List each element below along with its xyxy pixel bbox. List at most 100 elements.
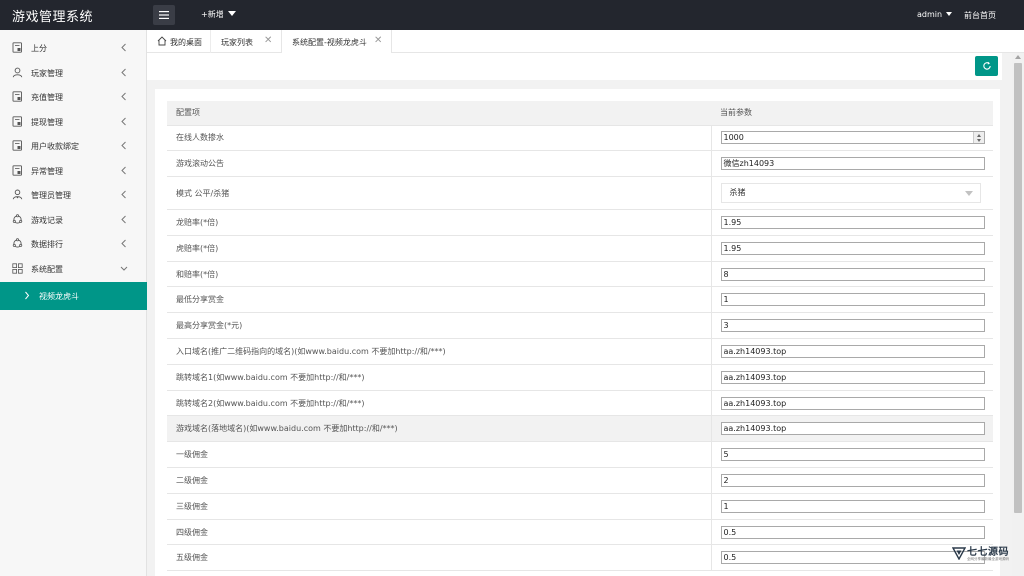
config-label: 四级佣金	[167, 519, 712, 546]
top-bar: 游戏管理系统 +新增 admin 前台首页	[0, 0, 1024, 30]
table-row: 和赔率(*倍) 8	[167, 261, 993, 288]
text-input[interactable]: 微信zh14093	[720, 157, 985, 171]
text-input[interactable]: 2	[720, 473, 985, 487]
grid-icon	[12, 263, 23, 274]
table-row: 模式 公平/杀猪 杀猪	[167, 176, 993, 211]
text-input[interactable]: aa.zh14093.top	[720, 422, 985, 436]
sidebar-item-label: 玩家管理	[31, 69, 63, 78]
sidebar-item[interactable]: 管理员管理	[0, 183, 147, 207]
watermark: 七七源码 全网分享最新最全游戏源码	[952, 543, 1016, 569]
sidebar-item[interactable]: 游戏记录	[0, 208, 147, 232]
config-label: 游戏滚动公告	[167, 150, 712, 178]
tab-my-desktop[interactable]: 我的桌面	[147, 30, 210, 53]
config-panel: 配置项 当前参数 在线人数掺水 1000 游戏滚动公告 微信zh14093 模式 公平/…	[155, 89, 1000, 576]
sidebar-item[interactable]: 数据排行	[0, 232, 147, 256]
chevron-right-icon	[24, 291, 30, 300]
scrollbar[interactable]	[1012, 53, 1024, 576]
close-icon[interactable]: ✕	[264, 35, 272, 46]
table-row: 在线人数掺水 1000	[167, 125, 993, 152]
tab-label: 玩家列表	[221, 38, 253, 47]
sidebar-item[interactable]: 异常管理	[0, 159, 147, 183]
document-icon	[12, 42, 23, 53]
close-icon[interactable]: ✕	[374, 35, 382, 46]
home-icon	[157, 36, 167, 46]
refresh-icon	[982, 61, 991, 70]
text-input[interactable]: 3	[720, 319, 985, 333]
sidebar-item-label: 上分	[31, 44, 47, 53]
table-row: 最高分享赏金(*元) 3	[167, 312, 993, 340]
add-new-label: +新增	[201, 10, 224, 19]
mode-select[interactable]: 杀猪	[720, 183, 981, 204]
sidebar-item[interactable]: 用户收款绑定	[0, 134, 147, 158]
sidebar-item[interactable]: 系统配置	[0, 257, 147, 281]
chevron-left-icon	[120, 92, 128, 101]
document-icon	[12, 140, 23, 151]
number-input[interactable]: 1000	[720, 131, 985, 145]
config-value-cell: aa.zh14093.top	[711, 390, 993, 417]
caret-down-icon	[227, 11, 236, 16]
sidebar-item[interactable]: 提现管理	[0, 110, 147, 134]
config-label: 和赔率(*倍)	[167, 261, 712, 288]
config-label: 龙赔率(*倍)	[167, 209, 712, 236]
config-label: 二级佣金	[167, 467, 712, 494]
text-input[interactable]: 0.5	[720, 525, 985, 539]
menu-toggle-button[interactable]	[153, 5, 175, 25]
text-input[interactable]: aa.zh14093.top	[720, 370, 985, 384]
header-current-value: 当前参数	[711, 101, 993, 126]
admin-user-icon	[12, 189, 23, 200]
sidebar-item[interactable]: 充值管理	[0, 85, 147, 109]
table-row: 四级佣金 0.5	[167, 519, 993, 546]
config-label: 跳转域名1(如www.baidu.com 不要加http://和/***)	[167, 364, 712, 391]
text-input[interactable]: aa.zh14093.top	[720, 344, 985, 358]
add-new-menu[interactable]: +新增	[201, 9, 236, 20]
table-row: 跳转域名1(如www.baidu.com 不要加http://和/***) aa.…	[167, 364, 993, 391]
sidebar-item[interactable]: 上分	[0, 36, 147, 60]
text-input[interactable]: aa.zh14093.top	[720, 396, 985, 410]
scroll-up-arrow-icon[interactable]	[1015, 55, 1021, 59]
sidebar-subitem-active[interactable]: 视频龙虎斗	[0, 282, 147, 310]
tab-label: 系统配置-视频龙虎斗	[292, 38, 367, 47]
config-value-cell: 微信zh14093	[711, 150, 993, 178]
config-label: 跳转域名2(如www.baidu.com 不要加http://和/***)	[167, 390, 712, 417]
watermark-name: 七七源码	[967, 547, 1009, 558]
chevron-left-icon	[120, 166, 128, 175]
sidebar: 上分玩家管理充值管理 提现管理用户收款绑定异常管理 管理员管理 游戏记录数据排行系统配…	[0, 30, 147, 576]
config-label: 最高分享赏金(*元)	[167, 312, 712, 340]
config-label: 三级佣金	[167, 493, 712, 520]
config-label: 模式 公平/杀猪	[167, 176, 712, 211]
app-title: 游戏管理系统	[12, 10, 94, 25]
user-menu[interactable]: admin	[917, 10, 953, 19]
select-value: 杀猪	[729, 188, 746, 198]
config-label: 游戏域名(落地域名)(如www.baidu.com 不要加http://和/**…	[167, 415, 712, 443]
table-row: 入口域名(推广二维码指向的域名)(如www.baidu.com 不要加http:…	[167, 338, 993, 365]
table-row: 龙赔率(*倍) 1.95	[167, 209, 993, 236]
document-icon	[12, 91, 23, 102]
config-value-cell: aa.zh14093.top	[711, 415, 993, 443]
refresh-button[interactable]	[975, 56, 998, 76]
text-input[interactable]: 1	[720, 293, 985, 307]
table-row: 二级佣金 2	[167, 467, 993, 494]
config-table: 配置项 当前参数 在线人数掺水 1000 游戏滚动公告 微信zh14093 模式 公平/…	[167, 101, 993, 572]
tab-player-list[interactable]: 玩家列表 ✕	[211, 30, 281, 53]
text-input[interactable]: 1.95	[720, 215, 985, 229]
table-row: 最低分享赏金 1	[167, 286, 993, 314]
tab-system-config-dragon-tiger[interactable]: 系统配置-视频龙虎斗 ✕	[281, 30, 392, 54]
text-input[interactable]: 0.5	[720, 551, 985, 565]
table-row: 游戏滚动公告 微信zh14093	[167, 150, 993, 178]
config-value-cell: 1000	[711, 125, 993, 152]
watermark-subtitle: 全网分享最新最全游戏源码	[967, 557, 1009, 561]
text-input[interactable]: 5	[720, 448, 985, 462]
front-page-link[interactable]: 前台首页	[964, 10, 996, 21]
config-label: 最低分享赏金	[167, 286, 712, 314]
config-value-cell: 3	[711, 312, 993, 340]
config-value-cell: 8	[711, 261, 993, 288]
scrollbar-thumb[interactable]	[1014, 63, 1022, 513]
spinner-arrows-icon[interactable]	[972, 132, 984, 144]
text-input[interactable]: 1	[720, 499, 985, 513]
text-input[interactable]: 8	[720, 267, 985, 281]
table-row: 跳转域名2(如www.baidu.com 不要加http://和/***) aa.…	[167, 390, 993, 417]
sidebar-item[interactable]: 玩家管理	[0, 61, 147, 85]
text-input[interactable]: 1.95	[720, 241, 985, 255]
sidebar-item-label: 用户收款绑定	[31, 142, 79, 151]
sidebar-item-label: 数据排行	[31, 240, 63, 249]
